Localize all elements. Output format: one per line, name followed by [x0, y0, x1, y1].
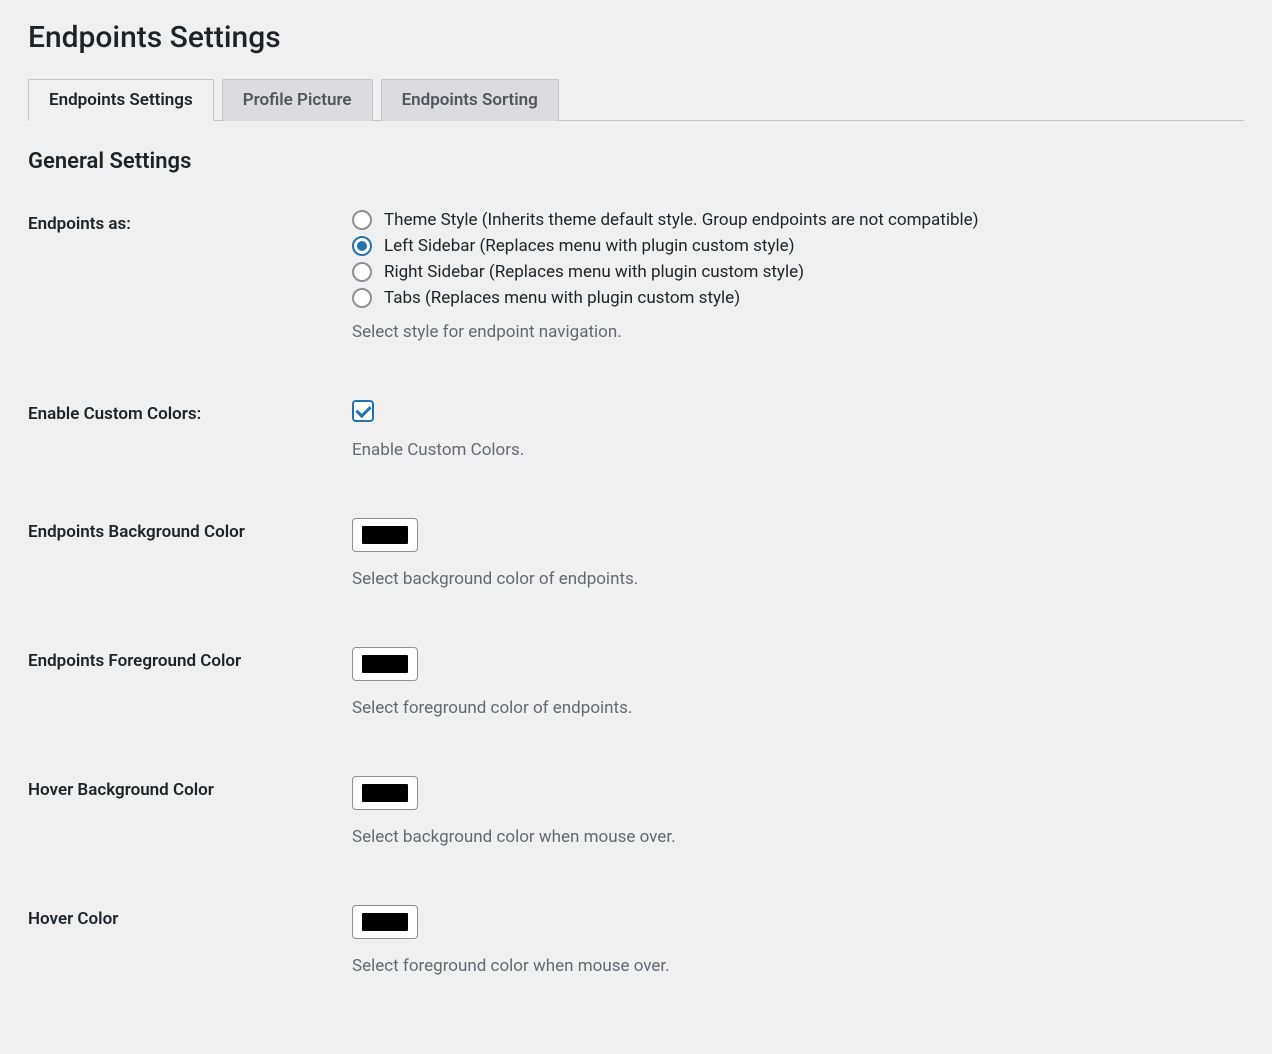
enable-custom-colors-description: Enable Custom Colors.	[352, 440, 1244, 460]
fg-color-button[interactable]	[352, 647, 418, 681]
radio-left-sidebar[interactable]	[352, 236, 372, 256]
hover-bg-button[interactable]	[352, 776, 418, 810]
radio-theme-style[interactable]	[352, 210, 372, 230]
fg-color-label: Endpoints Foreground Color	[28, 647, 352, 671]
endpoints-as-option-left-sidebar[interactable]: Left Sidebar (Replaces menu with plugin …	[352, 236, 1244, 256]
hover-color-button[interactable]	[352, 905, 418, 939]
fg-color-swatch	[362, 655, 408, 673]
fg-color-description: Select foreground color of endpoints.	[352, 698, 1244, 718]
page-title: Endpoints Settings	[28, 20, 1244, 55]
hover-bg-description: Select background color when mouse over.	[352, 827, 1244, 847]
form-table: Endpoints as: Theme Style (Inherits them…	[28, 210, 1244, 976]
field-hover-bg: Hover Background Color Select background…	[28, 776, 1244, 847]
endpoints-as-description: Select style for endpoint navigation.	[352, 322, 1244, 342]
enable-custom-colors-checkbox[interactable]	[352, 400, 374, 422]
hover-color-label: Hover Color	[28, 905, 352, 929]
endpoints-as-label: Endpoints as:	[28, 210, 352, 234]
endpoints-as-option-right-sidebar[interactable]: Right Sidebar (Replaces menu with plugin…	[352, 262, 1244, 282]
tab-endpoints-settings[interactable]: Endpoints Settings	[28, 79, 214, 121]
radio-label: Tabs (Replaces menu with plugin custom s…	[384, 288, 740, 308]
field-endpoints-as: Endpoints as: Theme Style (Inherits them…	[28, 210, 1244, 342]
tab-endpoints-sorting[interactable]: Endpoints Sorting	[381, 79, 559, 121]
field-hover-color: Hover Color Select foreground color when…	[28, 905, 1244, 976]
bg-color-swatch	[362, 526, 408, 544]
field-bg-color: Endpoints Background Color Select backgr…	[28, 518, 1244, 589]
field-fg-color: Endpoints Foreground Color Select foregr…	[28, 647, 1244, 718]
bg-color-description: Select background color of endpoints.	[352, 569, 1244, 589]
bg-color-label: Endpoints Background Color	[28, 518, 352, 542]
endpoints-as-option-tabs[interactable]: Tabs (Replaces menu with plugin custom s…	[352, 288, 1244, 308]
field-enable-custom-colors: Enable Custom Colors: Enable Custom Colo…	[28, 400, 1244, 460]
bg-color-button[interactable]	[352, 518, 418, 552]
endpoints-as-radio-list: Theme Style (Inherits theme default styl…	[352, 210, 1244, 308]
endpoints-as-option-theme-style[interactable]: Theme Style (Inherits theme default styl…	[352, 210, 1244, 230]
hover-color-swatch	[362, 913, 408, 931]
radio-label: Left Sidebar (Replaces menu with plugin …	[384, 236, 795, 256]
radio-tabs[interactable]	[352, 288, 372, 308]
hover-bg-label: Hover Background Color	[28, 776, 352, 800]
tab-profile-picture[interactable]: Profile Picture	[222, 79, 373, 121]
enable-custom-colors-label: Enable Custom Colors:	[28, 400, 352, 424]
section-title: General Settings	[28, 149, 1244, 174]
hover-bg-swatch	[362, 784, 408, 802]
hover-color-description: Select foreground color when mouse over.	[352, 956, 1244, 976]
radio-right-sidebar[interactable]	[352, 262, 372, 282]
nav-tabs: Endpoints Settings Profile Picture Endpo…	[28, 79, 1244, 121]
radio-label: Right Sidebar (Replaces menu with plugin…	[384, 262, 804, 282]
radio-label: Theme Style (Inherits theme default styl…	[384, 210, 979, 230]
